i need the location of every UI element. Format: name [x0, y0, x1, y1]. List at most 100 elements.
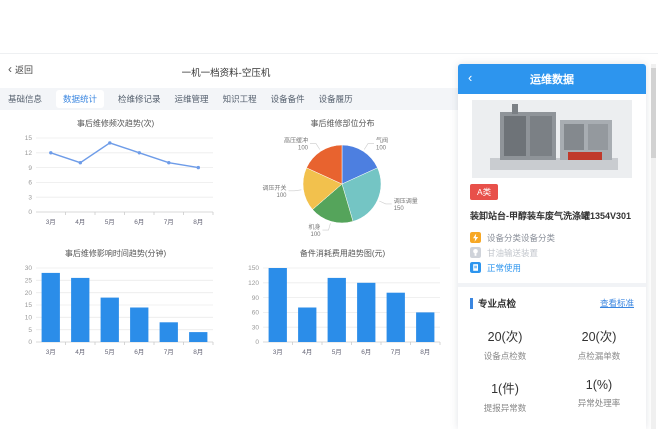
app-root: ‹ 返回 一机一档资料-空压机 基础信息 数据统计 检维修记录 运维管理 知识工程 设备备…	[0, 0, 658, 429]
svg-text:8月: 8月	[193, 348, 203, 356]
svg-text:3月: 3月	[46, 218, 56, 226]
svg-text:120: 120	[248, 280, 259, 287]
svg-text:7月: 7月	[164, 348, 174, 356]
svg-text:15: 15	[25, 302, 33, 309]
equipment-photo	[472, 100, 632, 178]
detail-panel: ‹ 运维数据 A类 装卸站台-甲醇装车废气洗涤罐1354V301 设备分类设备分…	[458, 64, 646, 429]
tab-5[interactable]: 设备备件	[271, 93, 305, 105]
svg-text:调压调量150: 调压调量150	[394, 197, 418, 212]
bar-plot: 0510152025303月4月5月6月7月8月	[8, 262, 223, 358]
svg-text:3月: 3月	[46, 348, 56, 356]
equipment-name: 装卸站台-甲醇装车废气洗涤罐1354V301	[470, 209, 634, 222]
svg-text:0: 0	[28, 209, 32, 216]
stat-label: 点检漏单数	[552, 350, 646, 362]
svg-text:4月: 4月	[75, 218, 85, 226]
svg-text:0: 0	[255, 339, 259, 346]
svg-text:20: 20	[25, 290, 33, 297]
info-row-0: 设备分类设备分类	[470, 230, 634, 245]
svg-text:60: 60	[252, 310, 260, 317]
chart-title: 备件消耗费用趋势图(元)	[235, 246, 450, 262]
svg-text:调压开关100: 调压开关100	[262, 184, 287, 199]
tab-1[interactable]: 数据统计	[56, 90, 104, 108]
svg-text:5月: 5月	[105, 218, 115, 226]
svg-text:7月: 7月	[164, 218, 174, 226]
view-standard-link[interactable]: 查看标准	[600, 297, 634, 309]
info-row-text: 甘油输送装置	[487, 247, 538, 259]
line-chart-repair-frequency: 事后维修频次趋势(次) 036912153月4月5月6月7月8月	[8, 116, 223, 233]
svg-text:8月: 8月	[193, 218, 203, 226]
tab-bar: 基础信息 数据统计 检维修记录 运维管理 知识工程 设备备件 设备履历	[0, 88, 460, 110]
stat-value: 20(次)	[552, 326, 646, 345]
svg-text:90: 90	[252, 295, 260, 302]
pie-plot: 气阀100 调压调量150 机身100 调压开关100 高压缓冲100	[235, 132, 450, 240]
info-row-2: 正常使用	[470, 260, 634, 275]
section-marker	[470, 298, 473, 309]
svg-text:6: 6	[28, 180, 32, 187]
chart-title: 事后维修部位分布	[235, 116, 450, 132]
pie-chart-repair-parts: 事后维修部位分布 气阀100 调压调量150 机身100 调压开关100 高压缓冲100	[235, 116, 450, 245]
info-row-text: 正常使用	[487, 262, 521, 274]
tab-2[interactable]: 检维修记录	[118, 93, 161, 105]
svg-text:3: 3	[28, 194, 32, 201]
svg-text:150: 150	[248, 265, 259, 272]
panel-header: ‹ 运维数据	[458, 64, 646, 94]
tab-4[interactable]: 知识工程	[223, 93, 257, 105]
stat-cell-2: 1(件) 提报异常数	[458, 378, 552, 414]
bar-chart-impact-time: 事后维修影响时间趋势(分钟) 0510152025303月4月5月6月7月8月	[8, 246, 223, 363]
inspection-section-header: 专业点检 查看标准	[470, 296, 634, 310]
panel-back-icon[interactable]: ‹	[468, 70, 472, 85]
svg-text:高压缓冲100: 高压缓冲100	[284, 137, 309, 152]
svg-text:6月: 6月	[361, 348, 371, 356]
stat-value: 20(次)	[458, 326, 552, 345]
svg-text:3月: 3月	[273, 348, 283, 356]
tab-6[interactable]: 设备履历	[319, 93, 353, 105]
svg-text:6月: 6月	[134, 348, 144, 356]
tab-3[interactable]: 运维管理	[175, 93, 209, 105]
svg-text:8月: 8月	[420, 348, 430, 356]
svg-text:4月: 4月	[75, 348, 85, 356]
info-row-1: 甘油输送装置	[470, 245, 634, 260]
svg-text:30: 30	[25, 265, 33, 272]
page-header: ‹ 返回 一机一档资料-空压机	[0, 54, 452, 88]
stat-value: 1(%)	[552, 378, 646, 392]
bolt-icon	[470, 232, 481, 243]
stats-grid: 20(次)设备点检数20(次)点检漏单数1(件)提报异常数1(%)异常处理率	[458, 326, 646, 414]
stat-value: 1(件)	[458, 378, 552, 397]
scrollbar[interactable]	[651, 64, 656, 429]
tab-0[interactable]: 基础信息	[8, 93, 42, 105]
svg-text:12: 12	[25, 150, 33, 157]
svg-text:4月: 4月	[302, 348, 312, 356]
bar-chart-spare-cost: 备件消耗费用趋势图(元) 0 30 60 90 120 150 3月 4月 5月 6月 7月 8月	[235, 246, 450, 363]
svg-text:5月: 5月	[332, 348, 342, 356]
grade-badge: A类	[470, 184, 498, 200]
stat-label: 提报异常数	[458, 402, 552, 414]
svg-text:30: 30	[252, 324, 260, 331]
line-plot: 036912153月4月5月6月7月8月	[8, 132, 223, 228]
svg-text:5: 5	[28, 327, 32, 334]
section-title: 专业点检	[470, 296, 516, 310]
stat-cell-0: 20(次) 设备点检数	[458, 326, 552, 362]
svg-text:25: 25	[25, 278, 33, 285]
file-icon	[470, 262, 481, 273]
stat-label: 异常处理率	[552, 397, 646, 409]
svg-text:7月: 7月	[391, 348, 401, 356]
scrollbar-thumb[interactable]	[651, 68, 656, 158]
stat-label: 设备点检数	[458, 350, 552, 362]
stat-cell-1: 20(次) 点检漏单数	[552, 326, 646, 362]
page-title: 一机一档资料-空压机	[0, 65, 452, 79]
chart-title: 事后维修频次趋势(次)	[8, 116, 223, 132]
section-divider	[458, 283, 646, 287]
panel-title: 运维数据	[530, 71, 574, 87]
bar-plot: 0 30 60 90 120 150 3月 4月 5月 6月 7月 8月	[235, 262, 450, 358]
info-rows: 设备分类设备分类甘油输送装置正常使用	[470, 230, 634, 275]
stat-cell-3: 1(%) 异常处理率	[552, 378, 646, 414]
svg-text:10: 10	[25, 315, 33, 322]
svg-text:15: 15	[25, 135, 33, 142]
info-row-text: 设备分类设备分类	[487, 232, 555, 244]
bulb-icon	[470, 247, 481, 258]
svg-text:机身100: 机身100	[308, 223, 321, 238]
chart-title: 事后维修影响时间趋势(分钟)	[8, 246, 223, 262]
svg-text:5月: 5月	[105, 348, 115, 356]
svg-text:气阀100: 气阀100	[376, 137, 388, 152]
svg-text:6月: 6月	[134, 218, 144, 226]
